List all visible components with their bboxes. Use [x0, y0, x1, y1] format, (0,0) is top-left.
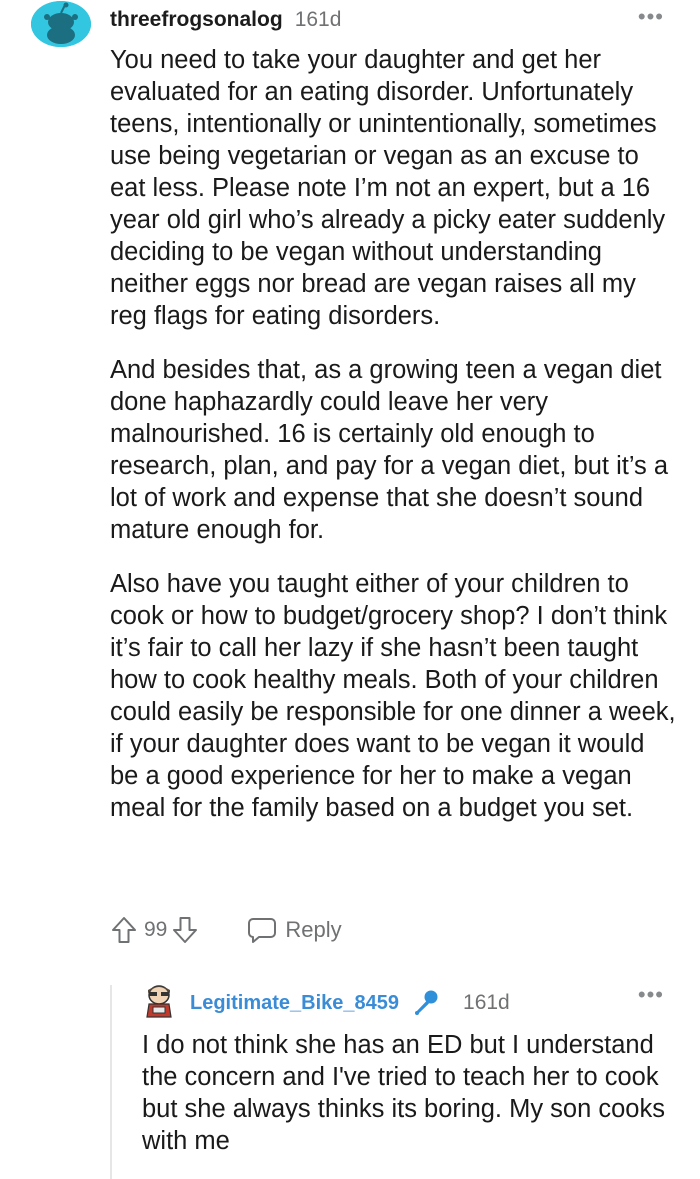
- thread-line[interactable]: [110, 985, 112, 1179]
- user-avatar-icon: [146, 985, 172, 1018]
- comment-paragraph: Also have you taught either of your chil…: [110, 570, 676, 822]
- reply-timestamp: 161d: [463, 991, 510, 1014]
- upvote-button[interactable]: [110, 914, 138, 946]
- reply-button[interactable]: Reply: [247, 916, 342, 944]
- username[interactable]: threefrogsonalog: [110, 8, 283, 32]
- reply-body: I do not think she has an ED but I under…: [142, 1029, 672, 1157]
- reply-text: I do not think she has an ED but I under…: [142, 1031, 665, 1155]
- reply-avatar[interactable]: [143, 983, 175, 1019]
- comment-meta: threefrogsonalog 161d: [110, 8, 341, 34]
- microphone-icon: [411, 988, 441, 1018]
- comment-paragraph: You need to take your daughter and get h…: [110, 46, 666, 330]
- comment-bubble-icon: [248, 918, 277, 943]
- user-avatar[interactable]: [31, 1, 91, 47]
- comment-body: You need to take your daughter and get h…: [110, 44, 676, 846]
- comment-actions: 99 Reply: [110, 910, 342, 950]
- downvote-arrow-icon: [173, 917, 198, 943]
- more-options-icon[interactable]: •••: [638, 6, 664, 28]
- reply-more-options-icon[interactable]: •••: [638, 984, 664, 1006]
- vote-score: 99: [144, 918, 168, 941]
- reply-meta: Legitimate_Bike_8459 161d: [190, 988, 510, 1018]
- timestamp: 161d: [294, 8, 342, 31]
- snoo-avatar-icon: [31, 1, 91, 47]
- reply-label: Reply: [285, 917, 342, 942]
- downvote-button[interactable]: [171, 914, 199, 946]
- reply-username[interactable]: Legitimate_Bike_8459: [190, 992, 399, 1015]
- upvote-arrow-icon: [112, 917, 136, 943]
- comment-paragraph: And besides that, as a growing teen a ve…: [110, 356, 669, 544]
